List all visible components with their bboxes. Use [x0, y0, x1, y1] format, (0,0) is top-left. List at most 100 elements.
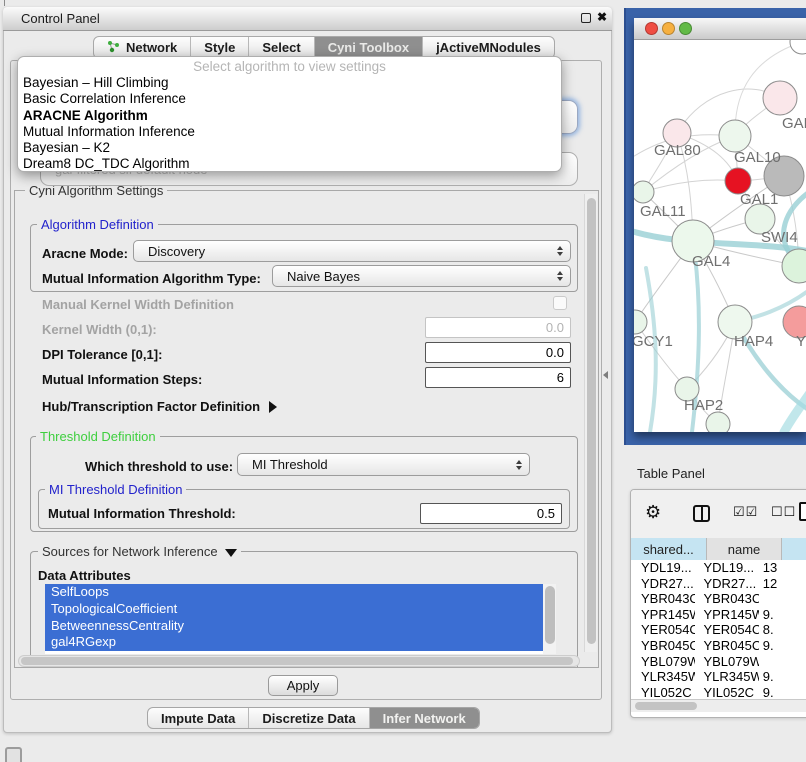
dock-corner-button[interactable]: [5, 747, 22, 762]
tab-select[interactable]: Select: [248, 37, 313, 58]
network-node-label: GAL4: [692, 253, 730, 270]
split-pane-handle[interactable]: [603, 371, 608, 379]
attribute-list-item[interactable]: TopologicalCoefficient: [45, 601, 543, 618]
control-panel-titlebar: Control Panel: [3, 7, 612, 31]
close-traffic-light[interactable]: [645, 22, 658, 35]
data-attributes-label: Data Attributes: [38, 568, 131, 583]
table-header-row: shared...name: [631, 538, 806, 560]
which-threshold-label: Which threshold to use:: [85, 459, 233, 474]
aracne-mode-combo[interactable]: Discovery: [133, 240, 571, 262]
table-cell: YLR345W: [695, 669, 758, 685]
table-cell: YBR045C: [695, 638, 758, 654]
float-window-icon[interactable]: [581, 13, 591, 23]
mi-threshold-field[interactable]: 0.5: [420, 503, 562, 524]
table-row[interactable]: YER054CYER054C8.: [631, 622, 806, 638]
dpi-tolerance-label: DPI Tolerance [0,1]:: [42, 347, 162, 362]
columns-icon[interactable]: [693, 505, 710, 522]
attribute-list-item[interactable]: SelfLoops: [45, 584, 543, 601]
attributes-scrollbar[interactable]: [543, 584, 556, 654]
network-edge[interactable]: [784, 390, 806, 432]
checked-pair-icon[interactable]: ☑☑: [733, 504, 758, 520]
attribute-list-item[interactable]: gal4RGexp: [45, 634, 543, 651]
algorithm-definition-title: Algorithm Definition: [37, 217, 158, 232]
tab-style[interactable]: Style: [190, 37, 248, 58]
table-cell: YBL079W: [695, 654, 758, 670]
table-cell: 8.: [759, 622, 806, 638]
network-node[interactable]: [782, 249, 806, 283]
tab-jactivemnodules[interactable]: jActiveMNodules: [422, 37, 554, 58]
mi-steps-label: Mutual Information Steps:: [42, 372, 202, 387]
table-column-header[interactable]: [782, 538, 806, 560]
network-node[interactable]: [706, 412, 730, 432]
table-rows: YDL19...YDL19...13YDR27...YDR27...12YBR0…: [631, 560, 806, 699]
tab-infer-network[interactable]: Infer Network: [369, 708, 479, 728]
dropdown-item[interactable]: Bayesian – Hill Climbing: [18, 75, 561, 91]
hub-definition-expander[interactable]: Hub/Transcription Factor Definition: [42, 399, 277, 414]
network-node-label: GAL1: [740, 191, 778, 208]
dpi-tolerance-field[interactable]: 0.0: [425, 342, 571, 363]
close-icon[interactable]: ✖: [597, 10, 607, 24]
network-edge[interactable]: [646, 268, 656, 432]
unchecked-pair-icon[interactable]: ☐☐: [771, 504, 796, 520]
network-node[interactable]: [634, 181, 654, 203]
tab-label: Infer Network: [383, 711, 466, 726]
manual-kernel-checkbox[interactable]: [553, 296, 567, 310]
tab-discretize-data[interactable]: Discretize Data: [248, 708, 368, 728]
mi-threshold-label: Mutual Information Threshold:: [48, 506, 236, 521]
network-node[interactable]: [763, 81, 797, 115]
table-panel-title: Table Panel: [637, 466, 705, 481]
table-row[interactable]: YBL079WYBL079W: [631, 654, 806, 670]
table-cell: YDR27...: [631, 576, 695, 592]
tab-cyni-toolbox[interactable]: Cyni Toolbox: [314, 37, 422, 58]
table-row[interactable]: YLR345WYLR345W9.: [631, 669, 806, 685]
gear-icon[interactable]: ⚙: [645, 502, 661, 523]
minimize-traffic-light[interactable]: [662, 22, 675, 35]
table-cell: YPR145W: [631, 607, 695, 623]
dropdown-item[interactable]: Mutual Information Inference: [18, 124, 561, 140]
table-row[interactable]: YDL19...YDL19...13: [631, 560, 806, 576]
dropdown-item[interactable]: ARACNE Algorithm: [18, 108, 561, 124]
table-cell: YBL079W: [631, 654, 695, 670]
settings-vertical-scrollbar[interactable]: [584, 194, 597, 652]
tab-label: Discretize Data: [262, 711, 355, 726]
table-row[interactable]: YIL052CYIL052C9.: [631, 685, 806, 699]
network-node[interactable]: [719, 120, 751, 152]
kernel-width-field[interactable]: 0.0: [425, 317, 571, 338]
table-column-header[interactable]: name: [707, 538, 782, 560]
network-node[interactable]: [790, 40, 806, 54]
which-threshold-value: MI Threshold: [252, 457, 328, 472]
table-panel-window: ⚙ ☑☑ ☐☐ shared...name YDL19...YDL19...13…: [630, 489, 806, 718]
mi-type-combo[interactable]: Naive Bayes: [272, 265, 571, 287]
tab-label: Network: [126, 40, 177, 55]
table-toolbar: ⚙ ☑☑ ☐☐: [631, 490, 806, 538]
table-cell: YDL19...: [695, 560, 758, 576]
dropdown-placeholder: Select algorithm to view settings: [18, 59, 561, 75]
network-node[interactable]: [634, 310, 647, 334]
which-threshold-combo[interactable]: MI Threshold: [237, 453, 530, 476]
table-horizontal-scrollbar[interactable]: [631, 699, 806, 712]
zoom-traffic-light[interactable]: [679, 22, 692, 35]
sources-group-title[interactable]: Sources for Network Inference: [38, 544, 241, 559]
network-edge[interactable]: [643, 180, 738, 192]
table-row[interactable]: YBR043CYBR043C: [631, 591, 806, 607]
table-cell: YER054C: [695, 622, 758, 638]
apply-button[interactable]: Apply: [268, 675, 338, 696]
spinner-arrows-icon: [557, 246, 563, 256]
dropdown-item[interactable]: Basic Correlation Inference: [18, 91, 561, 107]
dropdown-item[interactable]: Bayesian – K2: [18, 140, 561, 156]
dropdown-item[interactable]: Dream8 DC_TDC Algorithm: [18, 156, 561, 172]
attribute-list-item[interactable]: BetweennessCentrality: [45, 618, 543, 635]
mi-steps-field[interactable]: 6: [425, 367, 571, 388]
table-row[interactable]: YPR145WYPR145W9.: [631, 607, 806, 623]
mi-type-value: Naive Bayes: [287, 269, 360, 284]
spinner-arrows-icon: [516, 460, 522, 470]
tab-network[interactable]: Network: [94, 37, 190, 58]
page-icon[interactable]: [799, 502, 806, 521]
table-cell: YER054C: [631, 622, 695, 638]
tab-impute-data[interactable]: Impute Data: [148, 708, 248, 728]
network-canvas[interactable]: GALGAL80GAL10GAL1GAL11SWI4GAL4GCY1HAP4YH…: [634, 40, 806, 432]
table-column-header[interactable]: shared...: [631, 538, 707, 560]
table-row[interactable]: YDR27...YDR27...12: [631, 576, 806, 592]
settings-horizontal-scrollbar[interactable]: [18, 655, 580, 667]
table-row[interactable]: YBR045CYBR045C9.: [631, 638, 806, 654]
